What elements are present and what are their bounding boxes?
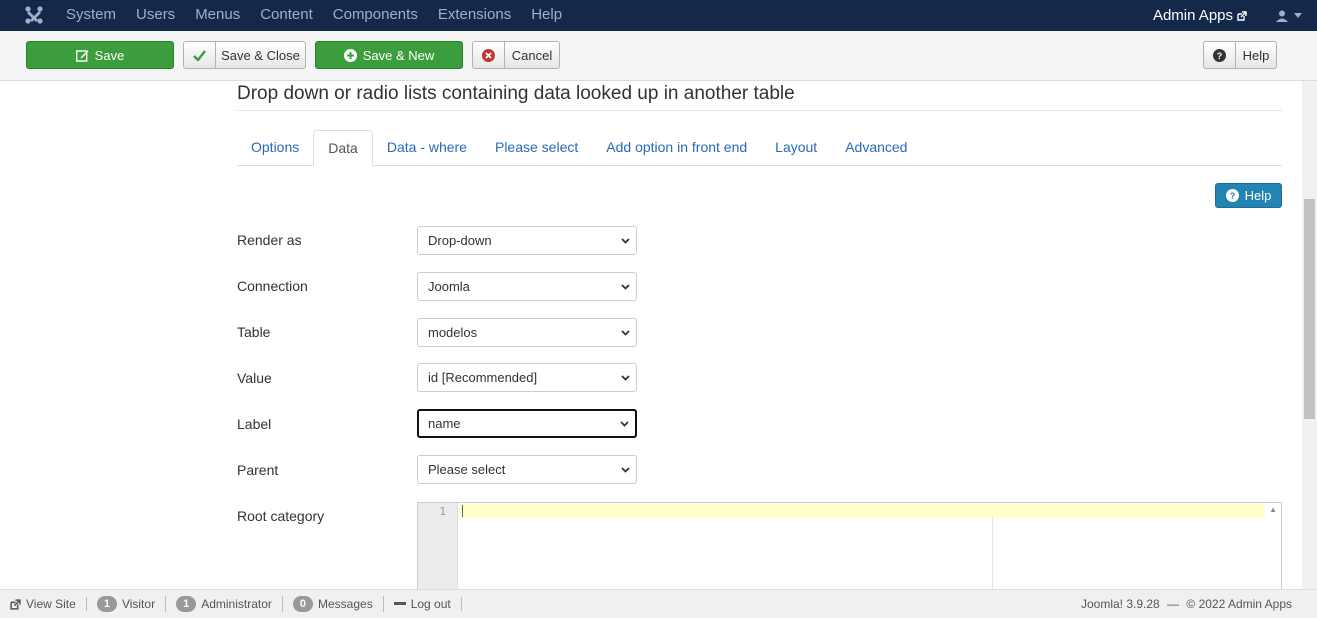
editor-print-margin xyxy=(992,517,993,589)
minus-icon xyxy=(393,602,406,605)
editor-active-line xyxy=(459,504,1265,518)
save-button[interactable]: Save xyxy=(26,41,174,69)
toolbar-help-button[interactable]: ? Help xyxy=(1203,41,1277,69)
connection-label: Connection xyxy=(237,278,308,294)
root-category-label: Root category xyxy=(237,508,325,524)
help-button[interactable]: ? Help xyxy=(1215,183,1282,208)
tab-options[interactable]: Options xyxy=(237,130,313,166)
value-select[interactable]: id [Recommended] xyxy=(417,363,637,392)
site-name: Admin Apps xyxy=(1152,7,1233,24)
chevron-down-icon xyxy=(621,237,630,244)
menu-system[interactable]: System xyxy=(56,0,126,31)
edit-icon xyxy=(75,49,89,62)
menu-users[interactable]: Users xyxy=(126,0,185,31)
chevron-down-icon xyxy=(620,420,629,427)
render-as-select[interactable]: Drop-down xyxy=(417,226,637,255)
admins-count-badge: 1 xyxy=(176,596,197,612)
page-scrollbar[interactable] xyxy=(1302,81,1317,589)
label-select[interactable]: name xyxy=(417,409,637,438)
question-circle-icon: ? xyxy=(1225,189,1239,202)
view-site-link[interactable]: View Site xyxy=(0,597,87,611)
parent-select[interactable]: Please select xyxy=(417,455,637,484)
chevron-down-icon xyxy=(621,466,630,473)
render-as-label: Render as xyxy=(237,232,302,248)
version-info: Joomla! 3.9.28 — © 2022 Admin Apps xyxy=(1081,597,1292,611)
scroll-up-arrow-icon[interactable]: ▲ xyxy=(1269,505,1277,514)
close-circle-icon xyxy=(482,48,495,62)
messages-count-badge: 0 xyxy=(292,596,313,612)
logout-link[interactable]: Log out xyxy=(384,597,462,611)
user-icon xyxy=(1276,10,1288,22)
tab-layout[interactable]: Layout xyxy=(761,130,831,166)
user-menu[interactable] xyxy=(1261,0,1317,31)
external-link-icon xyxy=(10,598,21,610)
table-label: Table xyxy=(237,324,271,340)
question-circle-icon: ? xyxy=(1213,48,1226,62)
tab-data-where[interactable]: Data - where xyxy=(373,130,481,166)
joomla-version: Joomla! 3.9.28 xyxy=(1081,597,1160,611)
footer-separator: — xyxy=(1167,597,1180,611)
text-cursor xyxy=(462,505,463,517)
menu-components[interactable]: Components xyxy=(323,0,428,31)
menu-extensions[interactable]: Extensions xyxy=(428,0,521,31)
administrators-status: 1 Administrator xyxy=(166,596,283,612)
parent-label: Parent xyxy=(237,462,279,478)
title-divider xyxy=(237,110,1282,111)
toolbar: Save Save & Close Save & New Cancel ? He… xyxy=(0,31,1317,81)
cancel-button[interactable]: Cancel xyxy=(472,41,560,69)
site-link[interactable]: Admin Apps xyxy=(1153,7,1247,24)
external-link-icon xyxy=(1237,10,1247,21)
joomla-logo-icon[interactable] xyxy=(24,5,44,25)
svg-text:?: ? xyxy=(1217,51,1223,61)
checkmark-icon xyxy=(193,49,206,61)
value-label: Value xyxy=(237,370,272,386)
menu-menus[interactable]: Menus xyxy=(185,0,250,31)
tab-advanced[interactable]: Advanced xyxy=(831,130,921,166)
tab-bar: Options Data Data - where Please select … xyxy=(237,130,1282,166)
table-select[interactable]: modelos xyxy=(417,318,637,347)
chevron-down-icon xyxy=(621,283,630,290)
top-navbar: System Users Menus Content Components Ex… xyxy=(0,0,1317,31)
tab-add-option-front-end[interactable]: Add option in front end xyxy=(592,130,761,166)
main-menu: System Users Menus Content Components Ex… xyxy=(56,0,572,31)
tab-data[interactable]: Data xyxy=(313,130,373,166)
plus-circle-icon xyxy=(343,48,357,62)
label-label: Label xyxy=(237,416,272,432)
save-new-button[interactable]: Save & New xyxy=(315,41,463,69)
save-close-button[interactable]: Save & Close xyxy=(183,41,306,69)
scrollbar-thumb[interactable] xyxy=(1304,199,1315,419)
caret-down-icon xyxy=(1294,13,1302,18)
messages-link[interactable]: 0 Messages xyxy=(283,596,384,612)
connection-select[interactable]: Joomla xyxy=(417,272,637,301)
status-bar: View Site 1 Visitor 1 Administrator 0 Me… xyxy=(0,589,1317,618)
menu-help[interactable]: Help xyxy=(521,0,572,31)
copyright-text: © 2022 Admin Apps xyxy=(1186,597,1292,611)
visitors-count-badge: 1 xyxy=(96,596,117,612)
visitors-status: 1 Visitor xyxy=(87,596,167,612)
menu-content[interactable]: Content xyxy=(250,0,323,31)
tab-please-select[interactable]: Please select xyxy=(481,130,592,166)
svg-text:?: ? xyxy=(1229,191,1235,201)
line-number: 1 xyxy=(439,505,446,518)
main-content: Drop down or radio lists containing data… xyxy=(0,81,1302,589)
chevron-down-icon xyxy=(621,374,630,381)
page-title: Drop down or radio lists containing data… xyxy=(237,83,795,104)
root-category-editor[interactable]: 1 ▲ xyxy=(417,502,1282,589)
chevron-down-icon xyxy=(621,329,630,336)
